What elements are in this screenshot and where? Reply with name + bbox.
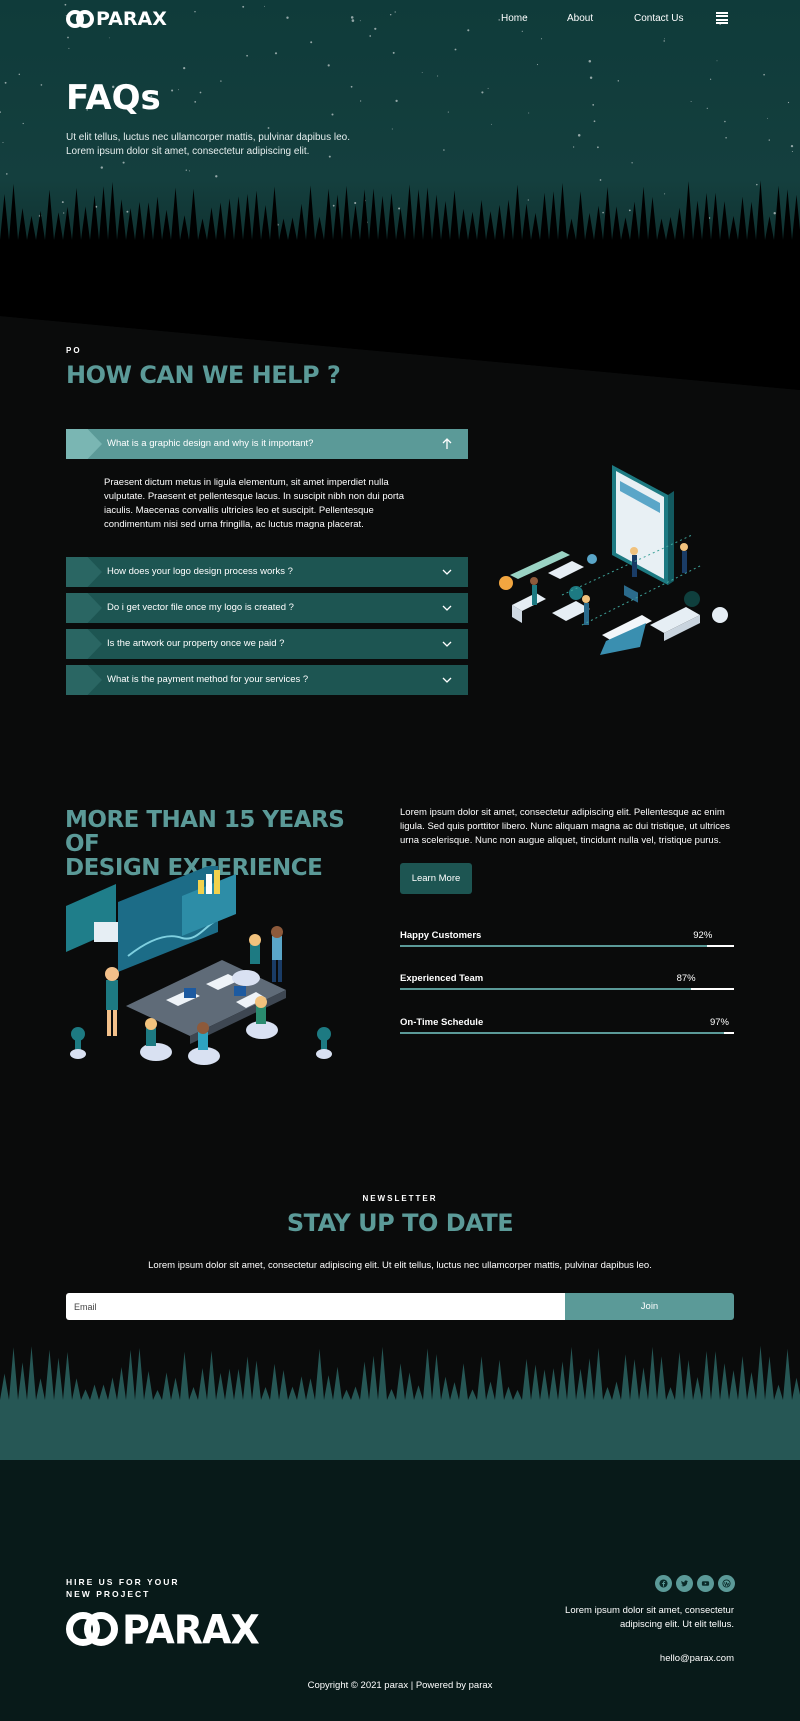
logo-rings-icon xyxy=(66,10,94,28)
faq-item-2[interactable]: How does your logo design process works … xyxy=(66,557,468,587)
isometric-design-illustration xyxy=(499,465,728,655)
experience-text: Lorem ipsum dolor sit amet, consectetur … xyxy=(400,807,731,846)
logo-text: PARAX xyxy=(122,1606,260,1654)
faq-item-4[interactable]: Is the artwork our property once we paid… xyxy=(66,629,468,659)
chevron-down-icon xyxy=(442,605,452,611)
faq-question: How does your logo design process works … xyxy=(107,566,293,577)
skill-bar-fill xyxy=(400,988,691,990)
newsletter-text: Lorem ipsum dolor sit amet, consectetur … xyxy=(148,1260,652,1271)
newsletter-title: STAY UP TO DATE xyxy=(286,1209,514,1237)
faq-question: Is the artwork our property once we paid… xyxy=(107,638,285,649)
top-nav: PARAX Home About Contact Us xyxy=(0,0,800,40)
faq-item-3[interactable]: Do i get vector file once my logo is cre… xyxy=(66,593,468,623)
copyright: Copyright © 2021 parax | Powered by para… xyxy=(307,1680,493,1691)
join-button[interactable]: Join xyxy=(565,1293,734,1320)
nav-link-contact[interactable]: Contact Us xyxy=(634,13,683,24)
social-links xyxy=(655,1575,735,1592)
skill-bar-fill xyxy=(400,945,708,947)
twitter-icon[interactable] xyxy=(676,1575,693,1592)
hire-us-heading: HIRE US FOR YOUR NEW PROJECT xyxy=(66,1577,180,1599)
footer-text: Lorem ipsum dolor sit amet, consectetur … xyxy=(565,1605,734,1630)
facebook-icon[interactable] xyxy=(655,1575,672,1592)
faq-item-5[interactable]: What is the payment method for your serv… xyxy=(66,665,468,695)
newsletter-eyebrow: NEWSLETTER xyxy=(362,1194,438,1203)
chevron-down-icon xyxy=(442,569,452,575)
youtube-icon[interactable] xyxy=(697,1575,714,1592)
faq-item-1[interactable]: What is a graphic design and why is it i… xyxy=(66,429,468,459)
arrow-up-icon xyxy=(442,438,452,449)
hero-subtitle: Ut elit tellus, luctus nec ullamcorper m… xyxy=(66,132,351,157)
wordpress-icon[interactable] xyxy=(718,1575,735,1592)
logo-text: PARAX xyxy=(96,8,167,30)
chevron-down-icon xyxy=(442,641,452,647)
footer-email-link[interactable]: hello@parax.com xyxy=(540,1653,734,1664)
chevron-down-icon xyxy=(442,677,452,683)
faq-eyebrow: PO xyxy=(66,346,82,355)
faq-answer: Praesent dictum metus in ligula elementu… xyxy=(104,477,404,530)
nav-link-home[interactable]: Home xyxy=(501,13,528,24)
hamburger-menu-icon[interactable] xyxy=(716,12,728,24)
skill-percent: 97% xyxy=(709,1017,729,1028)
nav-link-about[interactable]: About xyxy=(567,13,593,24)
faq-title: HOW CAN WE HELP ? xyxy=(66,361,341,389)
faq-question: What is the payment method for your serv… xyxy=(107,674,309,685)
learn-more-button[interactable]: Learn More xyxy=(400,863,472,894)
email-input[interactable] xyxy=(66,1293,565,1320)
faq-question: What is a graphic design and why is it i… xyxy=(107,438,314,449)
faq-question: Do i get vector file once my logo is cre… xyxy=(107,602,294,613)
page-title: FAQs xyxy=(66,78,161,118)
site-logo[interactable]: PARAX xyxy=(66,8,167,30)
skill-percent: 87% xyxy=(676,973,696,984)
skill-bar-fill xyxy=(400,1032,724,1034)
footer-logo[interactable]: PARAX xyxy=(66,1606,260,1654)
logo-rings-icon xyxy=(66,1612,120,1648)
team-meeting-illustration xyxy=(66,866,332,1065)
skill-percent: 92% xyxy=(693,930,713,941)
